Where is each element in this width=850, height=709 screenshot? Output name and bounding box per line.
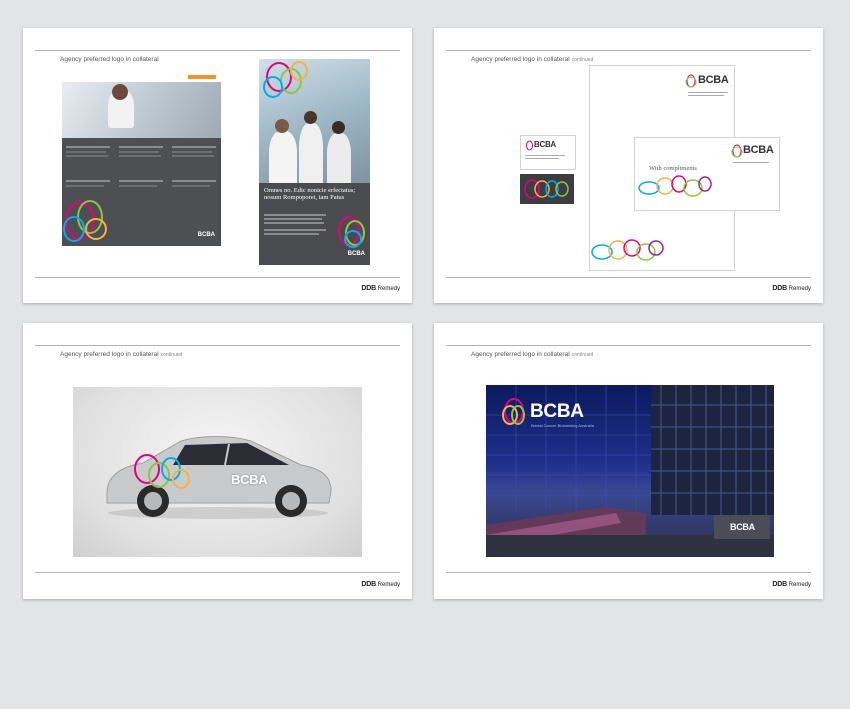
slide-heading: Agency preferred logo in collateral <box>60 56 159 63</box>
car-photo: BCBA <box>73 387 362 557</box>
brand-swirl-icon <box>524 179 569 199</box>
web-logo: BCBA <box>197 232 215 238</box>
car-illustration <box>106 436 332 519</box>
agency-logo: DDB Remedy <box>361 581 400 588</box>
slide-heading: Agency preferred logo in collateral conti… <box>60 351 183 358</box>
top-rule <box>446 50 811 51</box>
slide-stationery: Agency preferred logo in collateral conti… <box>434 28 823 303</box>
slide-heading: Agency preferred logo in collateral conti… <box>471 56 594 63</box>
poster-logo: BCBA <box>347 251 365 257</box>
brand-swirl-icon <box>591 239 664 261</box>
building-logo: BCBA <box>530 401 584 422</box>
card-logo: BCBA <box>534 140 556 149</box>
bottom-rule <box>35 572 400 573</box>
agency-logo: DDB Remedy <box>772 581 811 588</box>
brand-swirl-icon <box>263 61 308 98</box>
slide-web-and-poster: Agency preferred logo in collateral BCBA <box>23 28 412 303</box>
scientists-photo <box>259 59 370 183</box>
top-rule <box>446 345 811 346</box>
poster-headline: Omnes no. Edic nonicie erfectatus; nosum… <box>264 187 356 202</box>
website-mockup: BCBA <box>62 73 221 246</box>
poster-mockup: Omnes no. Edic nonicie erfectatus; nosum… <box>259 59 370 265</box>
top-rule <box>35 345 400 346</box>
business-card: BCBA <box>520 135 576 170</box>
bottom-rule <box>35 277 400 278</box>
slide-car: Agency preferred logo in collateral conti… <box>23 323 412 599</box>
brand-mark-icon <box>731 144 743 158</box>
letterhead-logo: BCBA <box>698 74 729 86</box>
brand-swirl-icon <box>63 200 107 242</box>
brand-swirl-icon <box>638 175 712 197</box>
building-tagline: Breast Cancer Biobanking Australia <box>531 423 594 428</box>
business-card-back <box>520 174 574 204</box>
compliments-text: With compliments <box>649 165 697 172</box>
lab-photo <box>62 82 221 138</box>
brand-swirl-icon <box>338 216 365 248</box>
brand-mark-icon <box>685 74 697 88</box>
orange-tab <box>188 75 216 79</box>
compliments-slip: BCBA With compliments <box>634 137 780 211</box>
brand-mark-icon <box>526 140 533 151</box>
slide-building: Agency preferred logo in collateral conti… <box>434 323 823 599</box>
agency-logo: DDB Remedy <box>772 285 811 292</box>
slip-logo: BCBA <box>743 144 774 156</box>
building-photo: BCBA Breast Cancer Biobanking Australia … <box>486 385 774 557</box>
slide-heading: Agency preferred logo in collateral conti… <box>471 351 594 358</box>
bottom-rule <box>446 572 811 573</box>
bottom-rule <box>446 277 811 278</box>
agency-logo: DDB Remedy <box>361 285 400 292</box>
sign-logo: BCBA <box>730 522 755 532</box>
top-rule <box>35 50 400 51</box>
car-logo: BCBA <box>231 472 268 487</box>
